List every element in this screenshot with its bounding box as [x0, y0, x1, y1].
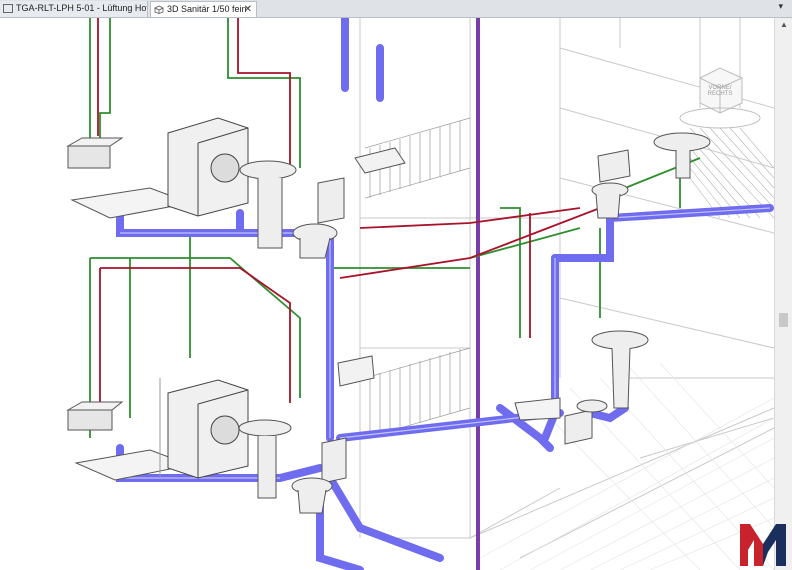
- tab-label: 3D Sanitär 1/50 fein: [167, 4, 247, 14]
- view-icon: [3, 4, 13, 13]
- 3d-view-icon: [154, 5, 164, 14]
- scrollbar-thumb[interactable]: [779, 313, 788, 327]
- washing-machine-lower: [159, 378, 249, 479]
- 3d-model-viewport[interactable]: VORNE/ RECHTS: [0, 18, 774, 570]
- view-cube[interactable]: [679, 67, 761, 129]
- tab-menu-chevron-icon[interactable]: ▾: [778, 1, 783, 12]
- tab-3d-sanitaer[interactable]: 3D Sanitär 1/50 fein ✕: [150, 1, 257, 17]
- washbasin-right-upper: [653, 132, 711, 179]
- washbasin-balcony-lower: [337, 355, 375, 387]
- plumbing-3d-model[interactable]: [0, 18, 774, 570]
- washing-machine-upper: [167, 117, 249, 217]
- close-icon[interactable]: ✕: [244, 2, 252, 17]
- toilet-right-lower: [514, 397, 608, 445]
- vertical-scrollbar[interactable]: ▲: [774, 18, 792, 570]
- toilet-right-upper: [591, 149, 631, 219]
- view-cube-label[interactable]: VORNE/ RECHTS: [700, 85, 740, 97]
- washbasin-left-lower: [66, 401, 124, 431]
- washbasin-balcony-upper: [354, 147, 406, 174]
- drain-pipes: [116, 18, 774, 570]
- watermark-logo: M: [740, 524, 786, 566]
- washbasin-left-upper: [66, 137, 124, 169]
- view-tab-bar: TGA-RLT-LPH 5-01 - Lüftung Hofge... 3D S…: [0, 0, 792, 18]
- tab-label: TGA-RLT-LPH 5-01 - Lüftung Hofge...: [16, 3, 147, 13]
- scroll-up-icon[interactable]: ▲: [780, 20, 788, 29]
- toilet-upper: [292, 177, 345, 259]
- washbasin-right-mid: [591, 330, 649, 409]
- tab-lueftung-view[interactable]: TGA-RLT-LPH 5-01 - Lüftung Hofge...: [0, 1, 148, 17]
